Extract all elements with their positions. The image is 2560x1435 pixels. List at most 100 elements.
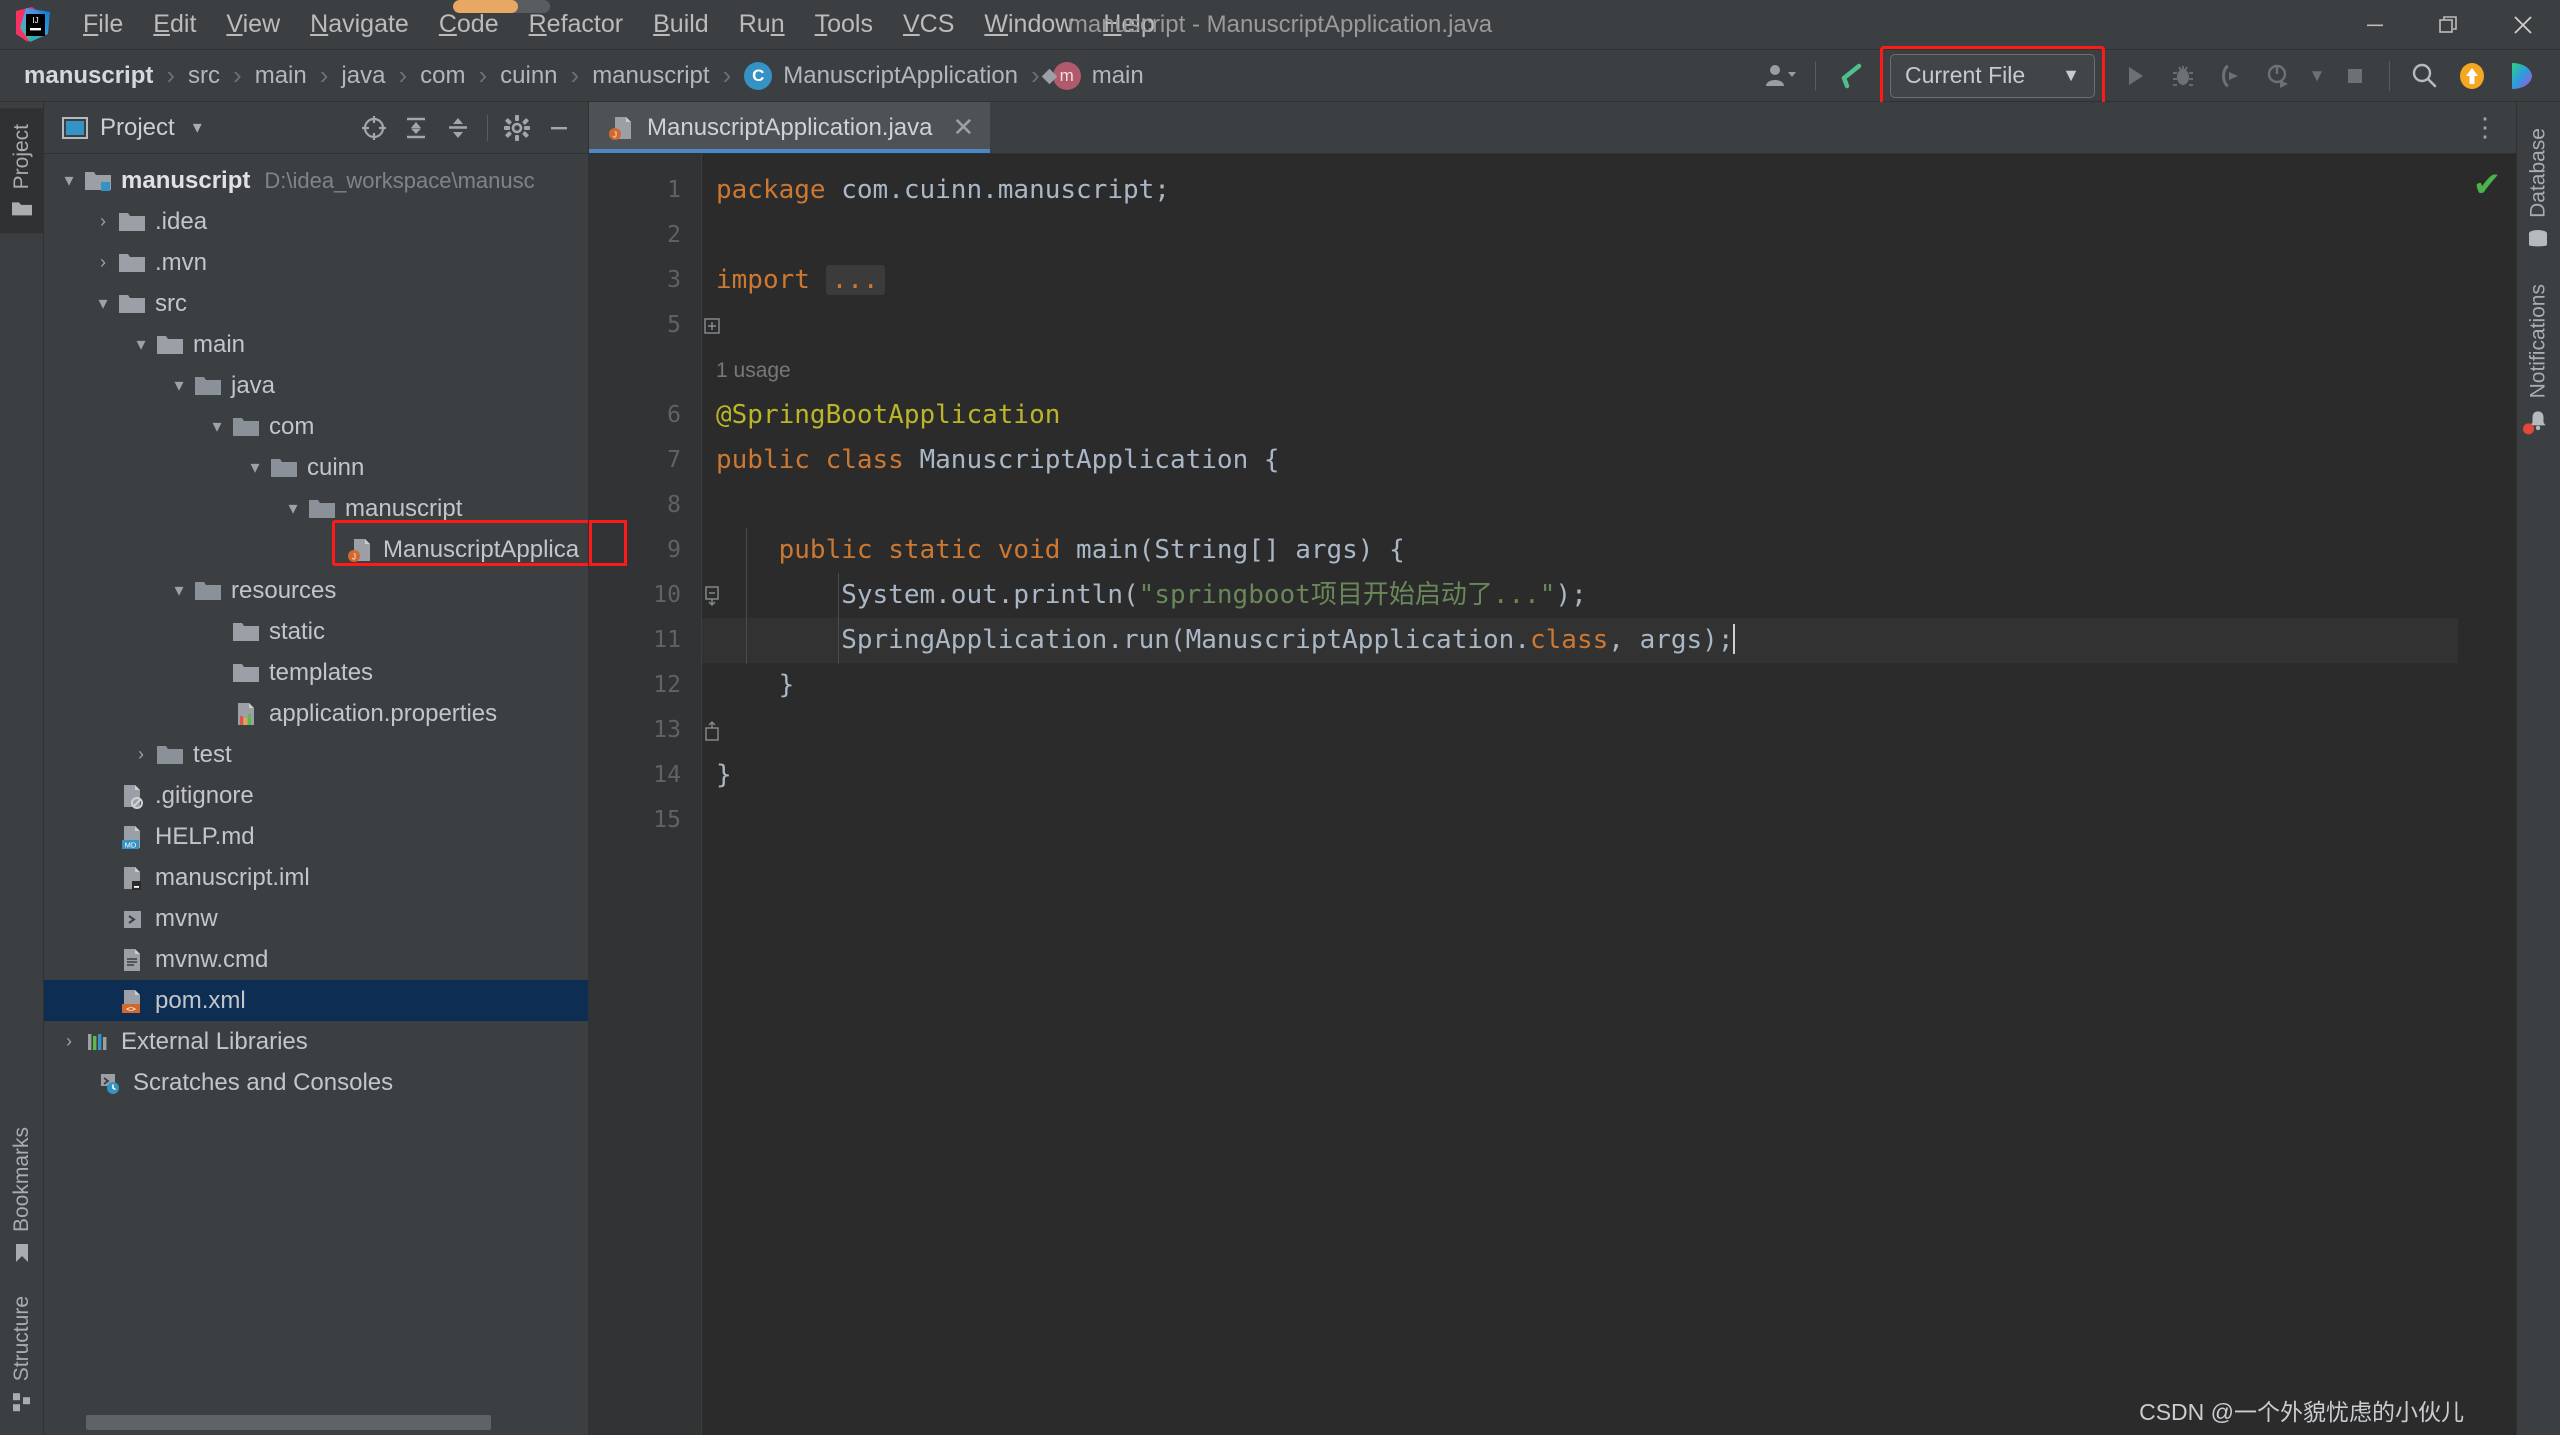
menu-view[interactable]: View	[211, 8, 295, 41]
menu-navigate[interactable]: Navigate	[295, 8, 424, 41]
project-tree[interactable]: ▾ manuscript D:\idea_workspace\manusc › …	[44, 154, 588, 1409]
tree-row-java[interactable]: ▾ java	[44, 365, 588, 406]
tree-row-resources[interactable]: ▾ resources	[44, 570, 588, 611]
menu-tools[interactable]: Tools	[800, 8, 888, 41]
sidebar-item-database[interactable]: Database	[2517, 112, 2560, 268]
hide-panel-icon[interactable]	[538, 108, 580, 148]
tree-row-test[interactable]: › test	[44, 734, 588, 775]
select-opened-file-icon[interactable]	[353, 108, 395, 148]
chevron-down-icon[interactable]: ▾	[166, 375, 192, 396]
tree-row-mvn[interactable]: › .mvn	[44, 242, 588, 283]
close-icon[interactable]: ✕	[952, 112, 974, 143]
chevron-down-icon[interactable]: ▾	[90, 293, 116, 314]
main-body: Project Bookmarks Structure Project ▾ ▾ …	[0, 102, 2560, 1435]
chevron-right-icon[interactable]: ›	[56, 1031, 82, 1052]
close-button[interactable]	[2486, 0, 2560, 50]
run-configuration-selector[interactable]: Current File ▼	[1890, 53, 2095, 98]
menu-window[interactable]: Window	[969, 8, 1088, 41]
chevron-right-icon[interactable]: ›	[128, 744, 154, 765]
breadcrumb-item-src[interactable]: src	[182, 59, 226, 93]
usage-hint[interactable]: 1 usage	[702, 348, 2458, 393]
tree-row-manuscript-iml[interactable]: manuscript.iml	[44, 857, 588, 898]
breadcrumb-item-manuscript[interactable]: manuscript	[18, 59, 159, 93]
breadcrumb-item-method[interactable]: m main	[1047, 59, 1150, 93]
inspection-marker-strip[interactable]: ✔	[2458, 154, 2516, 1435]
sidebar-item-bookmarks[interactable]: Bookmarks	[0, 1111, 44, 1280]
tree-row-mvnw-cmd[interactable]: mvnw.cmd	[44, 939, 588, 980]
chevron-down-icon[interactable]: ▾	[56, 170, 82, 191]
tree-row-cuinn[interactable]: ▾ cuinn	[44, 447, 588, 488]
tree-row-main[interactable]: ▾ main	[44, 324, 588, 365]
breadcrumb-item-manuscript-pkg[interactable]: manuscript	[586, 59, 715, 93]
editor-gutter[interactable]: 1 2 3 5 6 7 8 9 10 11 12 13 14 15	[589, 154, 720, 1435]
debug-icon[interactable]	[2159, 54, 2207, 98]
chevron-down-icon[interactable]: ▾	[128, 334, 154, 355]
breadcrumb-item-com[interactable]: com	[414, 59, 471, 93]
chevron-down-icon[interactable]: ▾	[242, 457, 268, 478]
menu-help[interactable]: Help	[1088, 8, 1169, 41]
checkmark-arrow-icon[interactable]	[1826, 54, 1874, 98]
tree-row-help-md[interactable]: MD HELP.md	[44, 816, 588, 857]
sidebar-item-project[interactable]: Project	[0, 108, 44, 234]
editor-options-icon[interactable]: ⋮	[2454, 102, 2516, 153]
tree-row-idea[interactable]: › .idea	[44, 201, 588, 242]
tree-row-external-libraries[interactable]: › External Libraries	[44, 1021, 588, 1062]
line-number: 7	[667, 447, 681, 473]
profiler-icon[interactable]	[2255, 54, 2303, 98]
tab-manuscript-application-java[interactable]: J ManuscriptApplication.java ✕	[589, 102, 991, 153]
package-folder-icon	[230, 415, 262, 439]
tree-row-application-properties[interactable]: application.properties	[44, 693, 588, 734]
chevron-down-icon[interactable]: ▾	[280, 498, 306, 519]
tree-row-manuscript-application[interactable]: J ManuscriptApplica	[44, 529, 588, 570]
menu-vcs[interactable]: VCS	[888, 8, 969, 41]
breadcrumb-item-class[interactable]: C ManuscriptApplication	[738, 59, 1024, 93]
profiler-dropdown-icon[interactable]: ▼	[2303, 54, 2331, 98]
user-avatar-icon[interactable]	[1757, 54, 1805, 98]
tree-row-scratches-and-consoles[interactable]: Scratches and Consoles	[44, 1062, 588, 1103]
chevron-down-icon[interactable]: ▾	[193, 117, 202, 138]
tree-row-static[interactable]: static	[44, 611, 588, 652]
menu-file[interactable]: File	[68, 8, 138, 41]
tree-row-manuscript[interactable]: ▾ manuscript D:\idea_workspace\manusc	[44, 160, 588, 201]
breadcrumb-item-cuinn[interactable]: cuinn	[494, 59, 563, 93]
folder-icon	[116, 292, 148, 316]
folded-imports[interactable]: ...	[825, 265, 885, 295]
breadcrumb-item-main[interactable]: main	[249, 59, 313, 93]
collapse-all-icon[interactable]	[437, 108, 479, 148]
inspection-ok-icon[interactable]: ✔	[2473, 168, 2502, 202]
run-icon[interactable]	[2111, 54, 2159, 98]
project-horizontal-scrollbar[interactable]	[44, 1409, 588, 1435]
tree-label: .mvn	[155, 248, 208, 276]
tree-row-pom-xml[interactable]: <> pom.xml	[44, 980, 588, 1021]
maximize-restore-button[interactable]	[2412, 0, 2486, 50]
chevron-down-icon[interactable]: ▾	[166, 580, 192, 601]
tree-row-manuscript-package[interactable]: ▾ manuscript	[44, 488, 588, 529]
chevron-right-icon[interactable]: ›	[90, 252, 116, 273]
run-with-coverage-icon[interactable]	[2207, 54, 2255, 98]
code-content[interactable]: package com.cuinn.manuscript; import ...…	[701, 154, 2458, 1435]
chevron-down-icon[interactable]: ▾	[204, 416, 230, 437]
sidebar-item-notifications[interactable]: Notifications	[2517, 268, 2560, 448]
ai-assistant-icon[interactable]	[2496, 54, 2544, 98]
tree-row-src[interactable]: ▾ src	[44, 283, 588, 324]
menu-edit[interactable]: Edit	[138, 8, 211, 41]
code-editor[interactable]: 1 2 3 5 6 7 8 9 10 11 12 13 14 15 packag…	[589, 154, 2516, 1435]
settings-gear-icon[interactable]	[496, 108, 538, 148]
tree-row-com[interactable]: ▾ com	[44, 406, 588, 447]
minimize-button[interactable]	[2338, 0, 2412, 50]
chevron-right-icon[interactable]: ›	[90, 211, 116, 232]
tree-row-gitignore[interactable]: .gitignore	[44, 775, 588, 816]
menu-build[interactable]: Build	[638, 8, 724, 41]
menu-run[interactable]: Run	[724, 8, 800, 41]
updates-icon[interactable]	[2448, 54, 2496, 98]
stop-icon[interactable]	[2331, 54, 2379, 98]
breadcrumb-item-java[interactable]: java	[335, 59, 391, 93]
tree-row-templates[interactable]: templates	[44, 652, 588, 693]
tree-row-mvnw[interactable]: mvnw	[44, 898, 588, 939]
sidebar-item-structure[interactable]: Structure	[0, 1280, 44, 1429]
expand-all-icon[interactable]	[395, 108, 437, 148]
search-everywhere-icon[interactable]	[2400, 54, 2448, 98]
